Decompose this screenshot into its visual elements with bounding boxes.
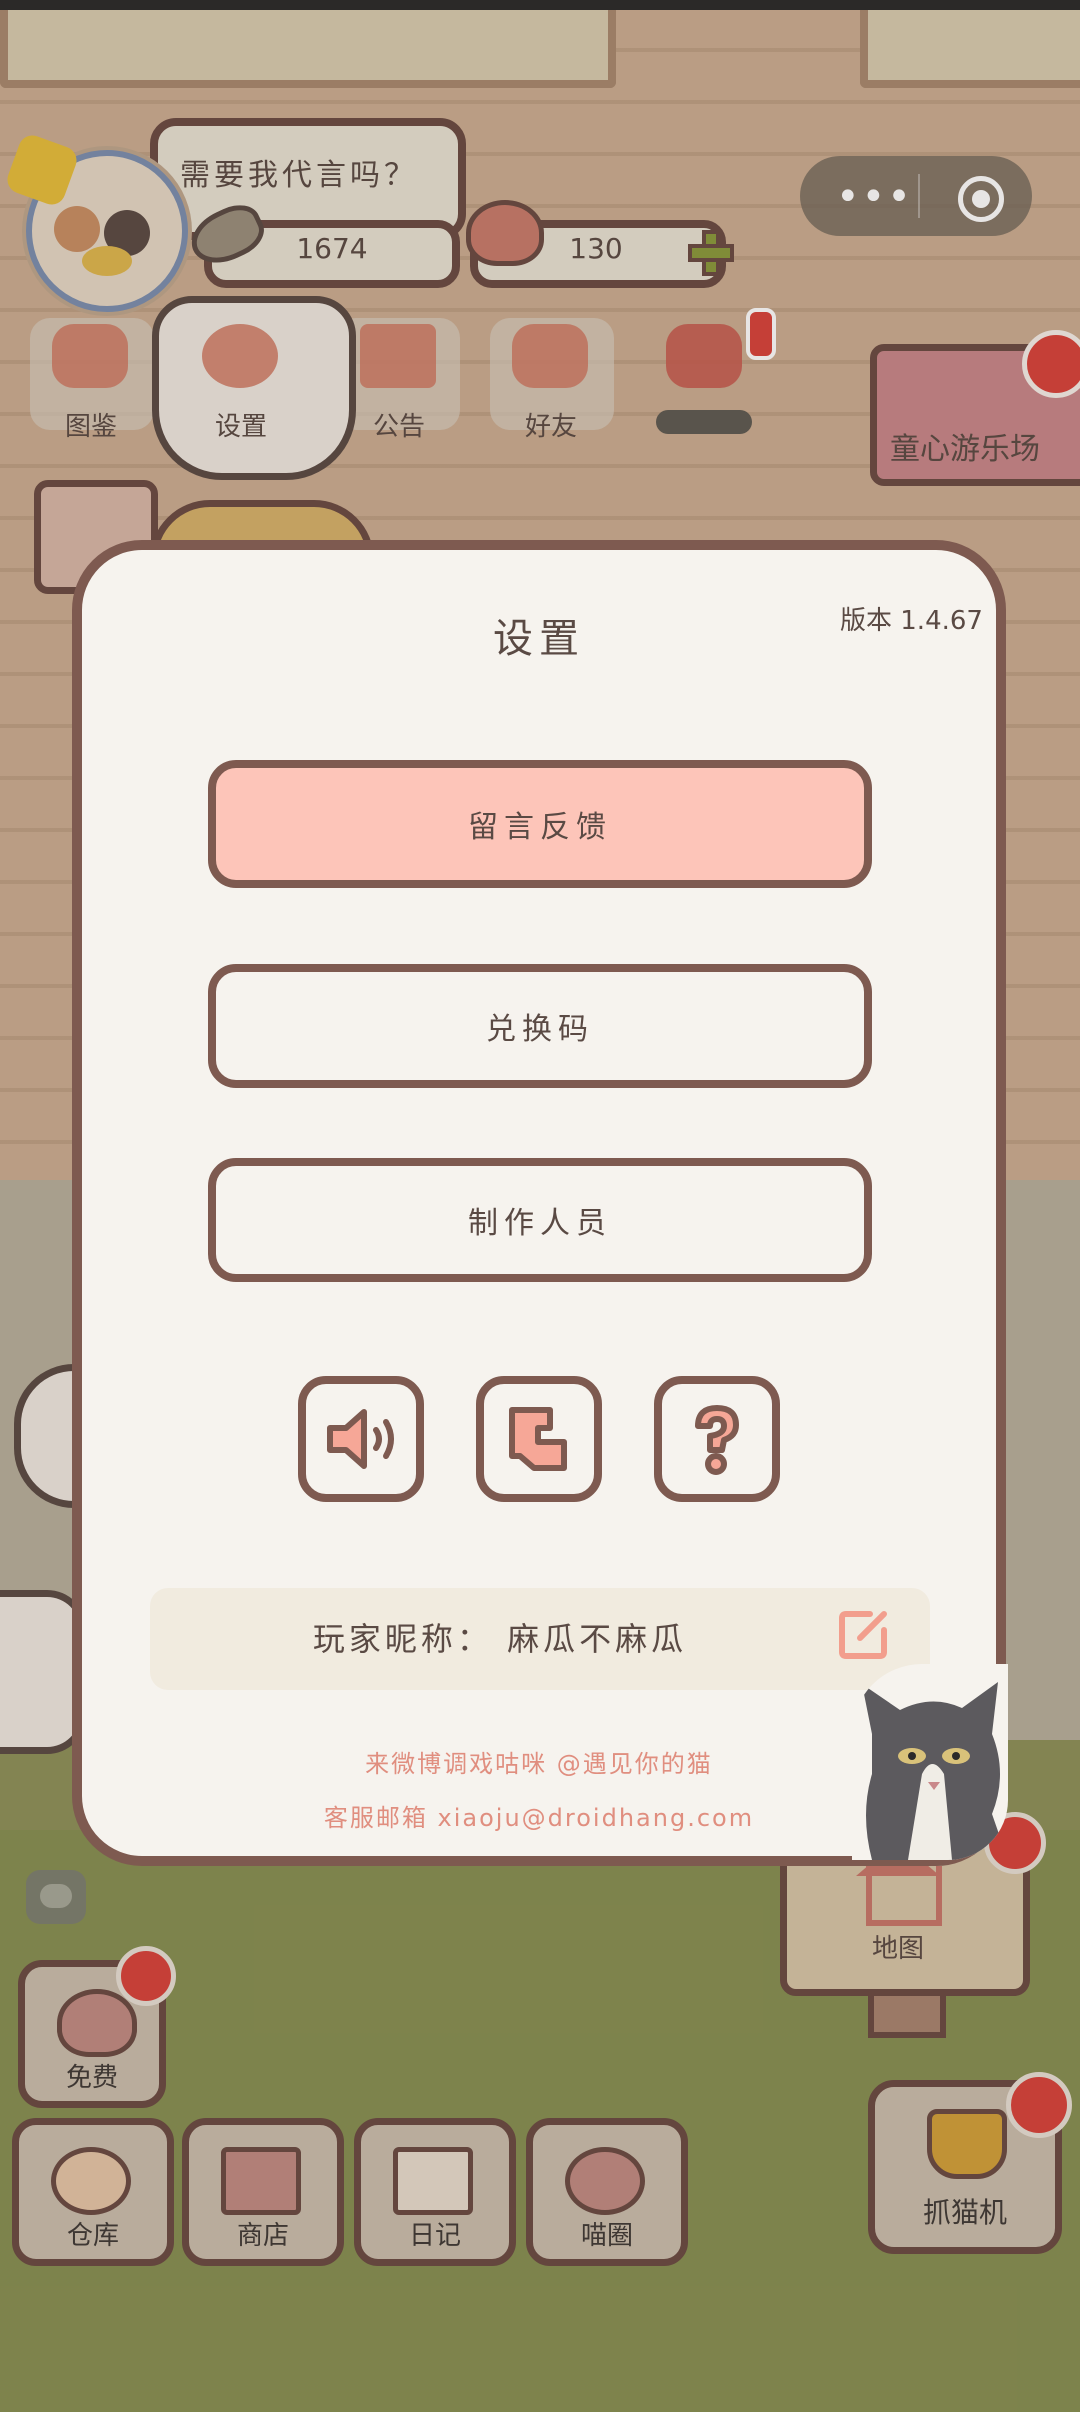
help-button[interactable] bbox=[654, 1376, 780, 1502]
speaker-icon bbox=[327, 1409, 394, 1469]
pointer-toggle-button[interactable] bbox=[476, 1376, 602, 1502]
nickname-label: 玩家昵称： 麻瓜不麻瓜 bbox=[312, 1620, 688, 1658]
sound-toggle-button[interactable] bbox=[298, 1376, 424, 1502]
cat-photo bbox=[852, 1664, 1008, 1860]
cursor-icon bbox=[509, 1407, 567, 1471]
redeem-code-button[interactable]: 兑换码 bbox=[208, 964, 872, 1088]
credits-button[interactable]: 制作人员 bbox=[208, 1158, 872, 1282]
edit-icon[interactable] bbox=[836, 1606, 892, 1662]
version-label: 版本 1.4.67 bbox=[840, 606, 983, 636]
feedback-button[interactable]: 留言反馈 bbox=[208, 760, 872, 888]
question-icon bbox=[695, 1405, 739, 1475]
